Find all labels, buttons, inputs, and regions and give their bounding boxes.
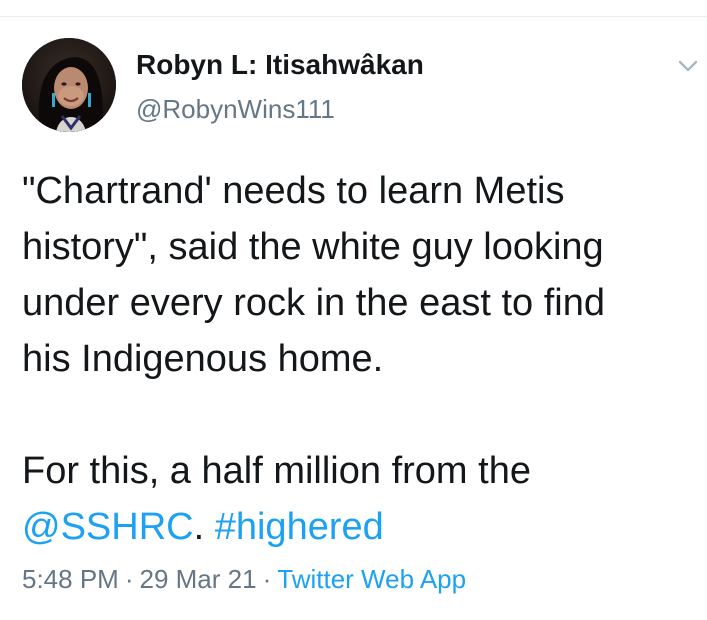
tweet-text-line: For this, a half million from the (22, 450, 531, 492)
tweet-text-line: history", said the white guy looking (22, 226, 604, 268)
user-handle[interactable]: @RobynWins111 (136, 93, 335, 125)
tweet-text-line: "Chartrand' needs to learn Metis (22, 170, 565, 212)
chevron-down-icon[interactable] (676, 56, 700, 76)
tweet-date[interactable]: 29 Mar 21 (140, 564, 257, 594)
meta-separator: · (262, 564, 272, 594)
hashtag-link[interactable]: #highered (215, 506, 384, 548)
tweet-text-line: @SSHRC. #highered (22, 499, 702, 555)
tweet-card: Robyn L: Itisahwâkan @RobynWins111 "Char… (0, 0, 707, 620)
tweet-text-line: his Indigenous home. (22, 338, 384, 380)
mention-suffix: . (193, 506, 205, 548)
user-avatar[interactable] (22, 38, 116, 132)
meta-separator: · (124, 564, 134, 594)
display-name[interactable]: Robyn L: Itisahwâkan (136, 48, 424, 82)
top-divider (0, 16, 707, 17)
tweet-text: "Chartrand' needs to learn Metis history… (22, 163, 702, 555)
mention-link[interactable]: @SSHRC (22, 506, 194, 548)
tweet-source[interactable]: Twitter Web App (277, 564, 466, 594)
tweet-text-line: under every rock in the east to find (22, 282, 605, 324)
tweet-metadata: 5:48 PM · 29 Mar 21 · Twitter Web App (22, 563, 466, 595)
tweet-time[interactable]: 5:48 PM (22, 564, 119, 594)
